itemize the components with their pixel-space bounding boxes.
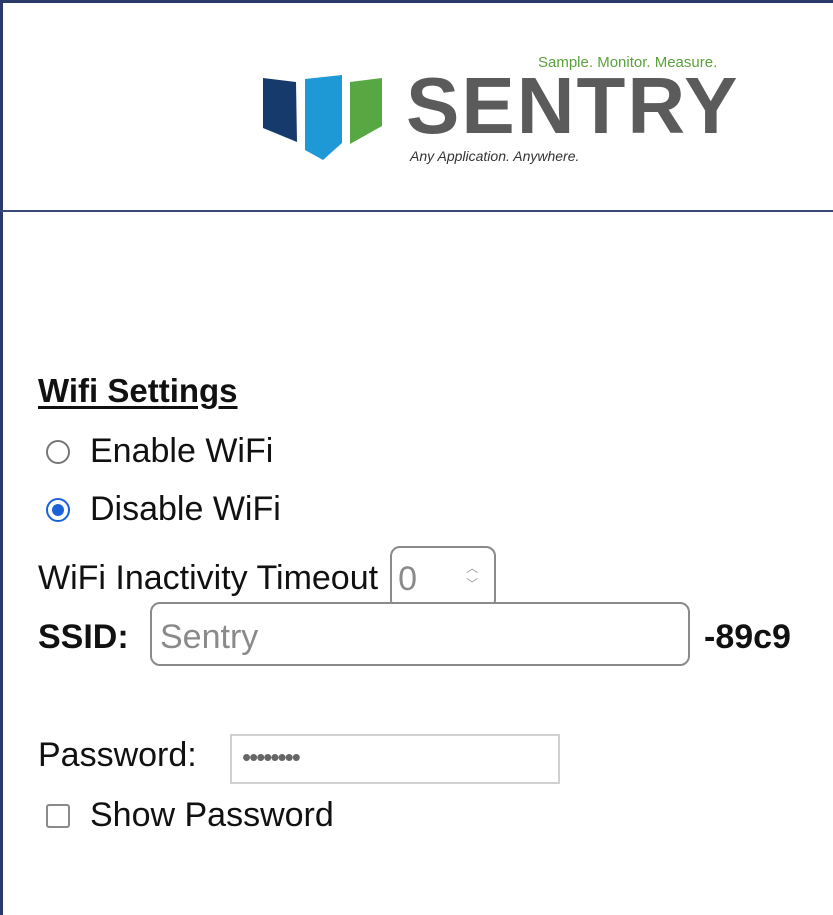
ssid-placeholder[interactable]: Sentry	[160, 618, 258, 657]
disable-wifi-option[interactable]: Disable WiFi	[46, 490, 281, 529]
disable-wifi-radio[interactable]	[46, 497, 70, 522]
disable-wifi-label[interactable]: Disable WiFi	[90, 490, 281, 529]
timeout-label: WiFi Inactivity Timeout	[38, 558, 379, 597]
header: Sample. Monitor. Measure. SENTRY Any App…	[0, 0, 833, 212]
timeout-value[interactable]: 0	[398, 560, 417, 599]
wifi-settings-heading: Wifi Settings	[38, 372, 238, 409]
radio-selected-dot	[52, 503, 64, 516]
logo-subtagline: Any Application. Anywhere.	[410, 148, 580, 164]
enable-wifi-option[interactable]: Enable WiFi	[46, 432, 273, 471]
password-value[interactable]: ••••••••	[242, 742, 301, 773]
timeout-number-input[interactable]: 0 ︿ ﹀	[390, 546, 497, 610]
show-password-label[interactable]: Show Password	[90, 796, 334, 835]
enable-wifi-radio[interactable]	[46, 439, 70, 464]
ssid-label: SSID:	[38, 618, 129, 656]
logo-brand-text: SENTRY	[406, 61, 740, 150]
sentry-logo: Sample. Monitor. Measure. SENTRY Any App…	[0, 0, 833, 210]
password-input[interactable]: ••••••••	[230, 734, 560, 784]
password-label: Password:	[38, 736, 197, 774]
spinner-arrows-icon[interactable]: ︿ ﹀	[460, 560, 484, 592]
show-password-option[interactable]: Show Password	[46, 796, 334, 835]
timeout-row: WiFi Inactivity Timeout 0 ︿ ﹀	[38, 546, 497, 610]
enable-wifi-label[interactable]: Enable WiFi	[90, 432, 273, 471]
show-password-checkbox[interactable]	[46, 803, 70, 828]
ssid-input[interactable]: Sentry	[150, 602, 690, 666]
ssid-suffix: -89c9	[704, 618, 791, 656]
